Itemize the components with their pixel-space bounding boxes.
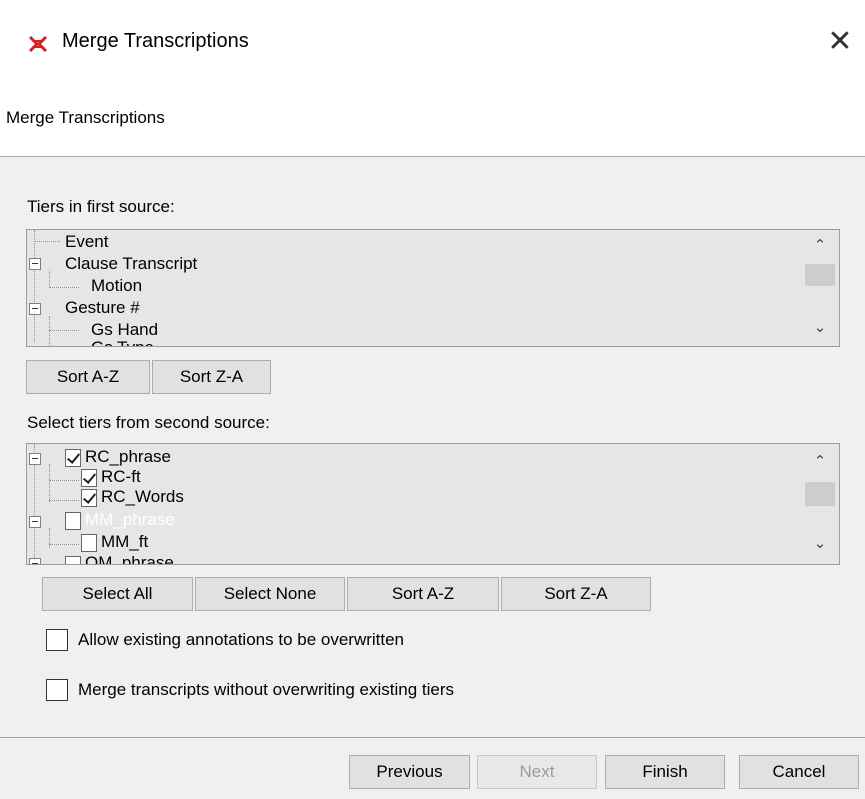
select-all-button[interactable]: Select All xyxy=(42,577,193,611)
tree-item[interactable]: RC_phrase xyxy=(85,447,171,467)
scrollbar[interactable]: ⌃ ⌄ xyxy=(803,444,837,562)
tree-item[interactable]: OM_phrase xyxy=(85,553,174,564)
tier-checkbox[interactable] xyxy=(65,449,81,467)
close-icon[interactable]: ✕ xyxy=(820,22,860,62)
tree-guide-line xyxy=(49,528,50,548)
allow-overwrite-label: Allow existing annotations to be overwri… xyxy=(78,630,405,649)
elan-icon xyxy=(28,35,48,53)
window-title: Merge Transcriptions xyxy=(62,30,249,52)
wizard-header: Merge Transcriptions xyxy=(0,88,865,157)
wizard-footer: Previous Next Finish Cancel xyxy=(0,738,865,799)
tree-item[interactable]: RC_Words xyxy=(101,487,184,507)
page-title: Merge Transcriptions xyxy=(6,108,165,127)
collapse-icon[interactable] xyxy=(29,303,41,315)
collapse-icon[interactable] xyxy=(29,453,41,465)
tree-item[interactable]: Gesture # xyxy=(65,298,140,318)
tree-guide-line xyxy=(34,241,60,242)
sort-az-button[interactable]: Sort A-Z xyxy=(26,360,150,394)
tier-checkbox[interactable] xyxy=(81,489,97,507)
tree-guide-line xyxy=(49,480,79,481)
scroll-down-icon[interactable]: ⌄ xyxy=(803,318,837,342)
finish-button[interactable]: Finish xyxy=(605,755,725,789)
first-source-tree[interactable]: Event Clause Transcript Motion Gesture #… xyxy=(26,229,840,347)
sort-az-button[interactable]: Sort A-Z xyxy=(347,577,499,611)
tree-item[interactable]: Motion xyxy=(91,276,142,296)
tree-guide-line xyxy=(49,287,79,288)
first-source-label: Tiers in first source: xyxy=(27,197,175,216)
sort-za-button[interactable]: Sort Z-A xyxy=(501,577,651,611)
merge-without-overwrite-label: Merge transcripts without overwriting ex… xyxy=(78,680,455,699)
collapse-icon[interactable] xyxy=(29,558,41,564)
tier-checkbox[interactable] xyxy=(81,469,97,487)
scrollbar[interactable]: ⌃ ⌄ xyxy=(803,230,837,344)
tree-item[interactable]: MM_ft xyxy=(101,532,148,552)
collapse-icon[interactable] xyxy=(29,258,41,270)
second-source-label: Select tiers from second source: xyxy=(27,413,270,432)
tier-checkbox[interactable] xyxy=(65,512,81,530)
tree-guide-line xyxy=(49,500,79,501)
scroll-down-icon[interactable]: ⌄ xyxy=(803,534,837,558)
scroll-up-icon[interactable]: ⌃ xyxy=(803,452,837,476)
second-source-tree[interactable]: RC_phrase RC-ft RC_Words MM_phrase MM_ft… xyxy=(26,443,840,565)
sort-za-button[interactable]: Sort Z-A xyxy=(152,360,271,394)
tier-checkbox[interactable] xyxy=(65,556,81,564)
scroll-thumb[interactable] xyxy=(805,264,835,286)
tree-item[interactable]: Gs Type xyxy=(91,338,154,346)
tree-guide-line xyxy=(49,544,79,545)
tier-checkbox[interactable] xyxy=(81,534,97,552)
collapse-icon[interactable] xyxy=(29,516,41,528)
tree-guide-line xyxy=(49,316,50,346)
merge-without-overwrite-checkbox[interactable] xyxy=(46,679,68,701)
scroll-up-icon[interactable]: ⌃ xyxy=(803,236,837,260)
next-button: Next xyxy=(477,755,597,789)
previous-button[interactable]: Previous xyxy=(349,755,470,789)
wizard-content: Tiers in first source: Event Clause Tran… xyxy=(0,157,865,737)
tree-item[interactable]: Clause Transcript xyxy=(65,254,197,274)
allow-overwrite-checkbox[interactable] xyxy=(46,629,68,651)
tree-item[interactable]: RC-ft xyxy=(101,467,141,487)
select-none-button[interactable]: Select None xyxy=(195,577,345,611)
scroll-thumb[interactable] xyxy=(805,482,835,506)
tree-item[interactable]: Gs Hand xyxy=(91,320,158,340)
title-bar: Merge Transcriptions ✕ xyxy=(0,0,865,88)
tree-item[interactable]: Event xyxy=(65,232,108,252)
tree-item[interactable]: MM_phrase xyxy=(85,510,175,530)
cancel-button[interactable]: Cancel xyxy=(739,755,859,789)
tree-guide-line xyxy=(49,270,50,287)
tree-guide-line xyxy=(49,464,50,502)
tree-guide-line xyxy=(49,330,79,331)
tree-guide-line xyxy=(34,230,35,342)
